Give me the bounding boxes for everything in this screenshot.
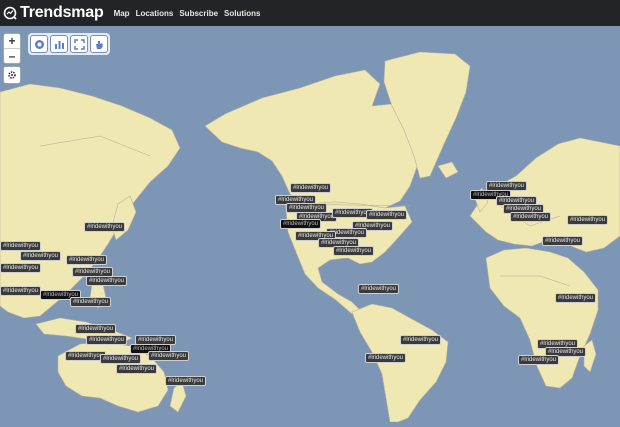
zoom-out-button[interactable]: – <box>4 48 20 63</box>
nav-locations[interactable]: Locations <box>136 9 174 18</box>
hashtag-marker[interactable]: #lridewithyou <box>116 364 158 374</box>
hashtag-marker[interactable]: #lridewithyou <box>333 246 375 256</box>
hashtag-marker[interactable]: #lridewithyou <box>0 286 42 296</box>
hashtag-marker[interactable]: #lridewithyou <box>365 353 407 363</box>
expand-icon <box>73 38 85 50</box>
hashtag-marker[interactable]: #lridewithyou <box>366 210 408 220</box>
hashtag-marker[interactable]: #lridewithyou <box>20 251 62 261</box>
hashtag-marker[interactable]: #lridewithyou <box>280 219 322 229</box>
fullscreen-button[interactable] <box>70 35 88 53</box>
settings-button[interactable] <box>3 66 21 84</box>
hashtag-marker[interactable]: #lridewithyou <box>567 215 609 225</box>
globe-icon <box>34 39 44 49</box>
gear-icon <box>8 71 16 79</box>
hashtag-marker[interactable]: #lridewithyou <box>358 284 400 294</box>
hashtag-marker[interactable]: #lridewithyou <box>86 335 128 345</box>
hashtag-marker[interactable]: #lridewithyou <box>165 376 207 386</box>
nav-solutions[interactable]: Solutions <box>224 9 260 18</box>
hashtag-marker[interactable]: #lridewithyou <box>555 293 597 303</box>
logo[interactable]: Trendsmap <box>3 4 104 22</box>
hashtag-marker[interactable]: #lridewithyou <box>70 297 112 307</box>
nav-subscribe[interactable]: Subscribe <box>179 9 218 18</box>
nav-map[interactable]: Map <box>114 9 130 18</box>
zoom-in-button[interactable]: + <box>4 34 20 48</box>
hashtag-marker[interactable]: #lridewithyou <box>290 183 332 193</box>
hashtag-marker[interactable]: #lridewithyou <box>148 351 190 361</box>
hashtag-marker[interactable]: #lridewithyou <box>400 335 442 345</box>
trendsmap-logo-icon <box>3 6 17 20</box>
hashtag-marker[interactable]: #lridewithyou <box>86 276 128 286</box>
hashtag-marker[interactable]: #lridewithyou <box>75 324 117 334</box>
hashtag-marker[interactable]: #lridewithyou <box>0 241 42 251</box>
hashtag-marker[interactable]: #lridewithyou <box>84 222 126 232</box>
zoom-control: + – <box>3 33 21 64</box>
hashtag-marker[interactable]: #lridewithyou <box>100 354 142 364</box>
hashtag-marker[interactable]: #lridewithyou <box>542 236 584 246</box>
share-button[interactable] <box>90 35 108 53</box>
top-navigation-bar: Trendsmap Map Locations Subscribe Soluti… <box>0 0 620 26</box>
hand-icon <box>95 40 103 49</box>
hashtag-marker[interactable]: #lridewithyou <box>518 355 560 365</box>
hashtag-marker[interactable]: #lridewithyou <box>0 263 42 273</box>
globe-view-button[interactable] <box>30 35 48 53</box>
map-toolbar <box>28 33 110 55</box>
hashtag-marker[interactable]: #lridewithyou <box>66 255 108 265</box>
bar-chart-icon <box>54 40 64 49</box>
app-name: Trendsmap <box>20 4 104 21</box>
stats-view-button[interactable] <box>50 35 68 53</box>
hashtag-marker[interactable]: #lridewithyou <box>510 212 552 222</box>
